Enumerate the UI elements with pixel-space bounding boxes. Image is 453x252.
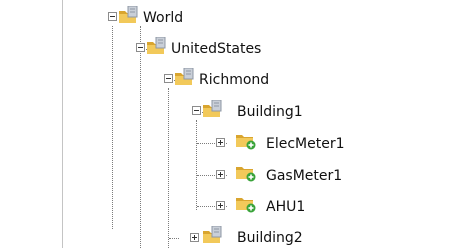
- expand-toggle[interactable]: [216, 201, 225, 210]
- node-label: GasMeter1: [266, 168, 343, 184]
- collapse-toggle[interactable]: [192, 106, 201, 115]
- node-label: Building1: [237, 104, 303, 120]
- node-label: ElecMeter1: [266, 136, 345, 152]
- folder-server-icon: [147, 37, 166, 54]
- expand-toggle[interactable]: [216, 138, 225, 147]
- collapse-toggle[interactable]: [108, 12, 117, 21]
- tree-node-unitedstates[interactable]: UnitedStates: [124, 37, 294, 63]
- collapse-toggle[interactable]: [136, 43, 145, 52]
- tree-node-gasmeter1[interactable]: GasMeter1: [208, 163, 378, 189]
- tree-node-ahu1[interactable]: AHU1: [208, 194, 348, 220]
- expand-toggle[interactable]: [216, 170, 225, 179]
- node-label: World: [143, 10, 184, 26]
- node-label: Richmond: [199, 72, 270, 88]
- tree-node-building1[interactable]: Building1: [180, 100, 340, 126]
- tree-guide-line: [196, 120, 197, 210]
- tree-node-elecmeter1[interactable]: ElecMeter1: [208, 131, 378, 157]
- tree-connector: [169, 238, 179, 239]
- tree-guide-line: [112, 26, 113, 229]
- tree-node-richmond[interactable]: Richmond: [152, 68, 312, 94]
- node-label: Building2: [237, 230, 303, 246]
- node-label: AHU1: [266, 199, 306, 215]
- folder-server-icon: [119, 6, 138, 23]
- folder-add-icon: [236, 167, 256, 182]
- tree-guide-line: [168, 88, 169, 248]
- folder-server-icon: [175, 68, 194, 85]
- collapse-toggle[interactable]: [164, 74, 173, 83]
- folder-add-icon: [236, 135, 256, 150]
- folder-server-icon: [203, 100, 222, 117]
- folder-add-icon: [236, 198, 256, 213]
- expand-toggle[interactable]: [190, 233, 199, 242]
- tree-node-building2[interactable]: Building2: [180, 226, 340, 252]
- folder-server-icon: [203, 226, 222, 243]
- node-label: UnitedStates: [171, 41, 262, 57]
- tree-view: World UnitedStates Richmond Building1 El…: [0, 0, 453, 248]
- tree-node-world[interactable]: World: [96, 6, 236, 32]
